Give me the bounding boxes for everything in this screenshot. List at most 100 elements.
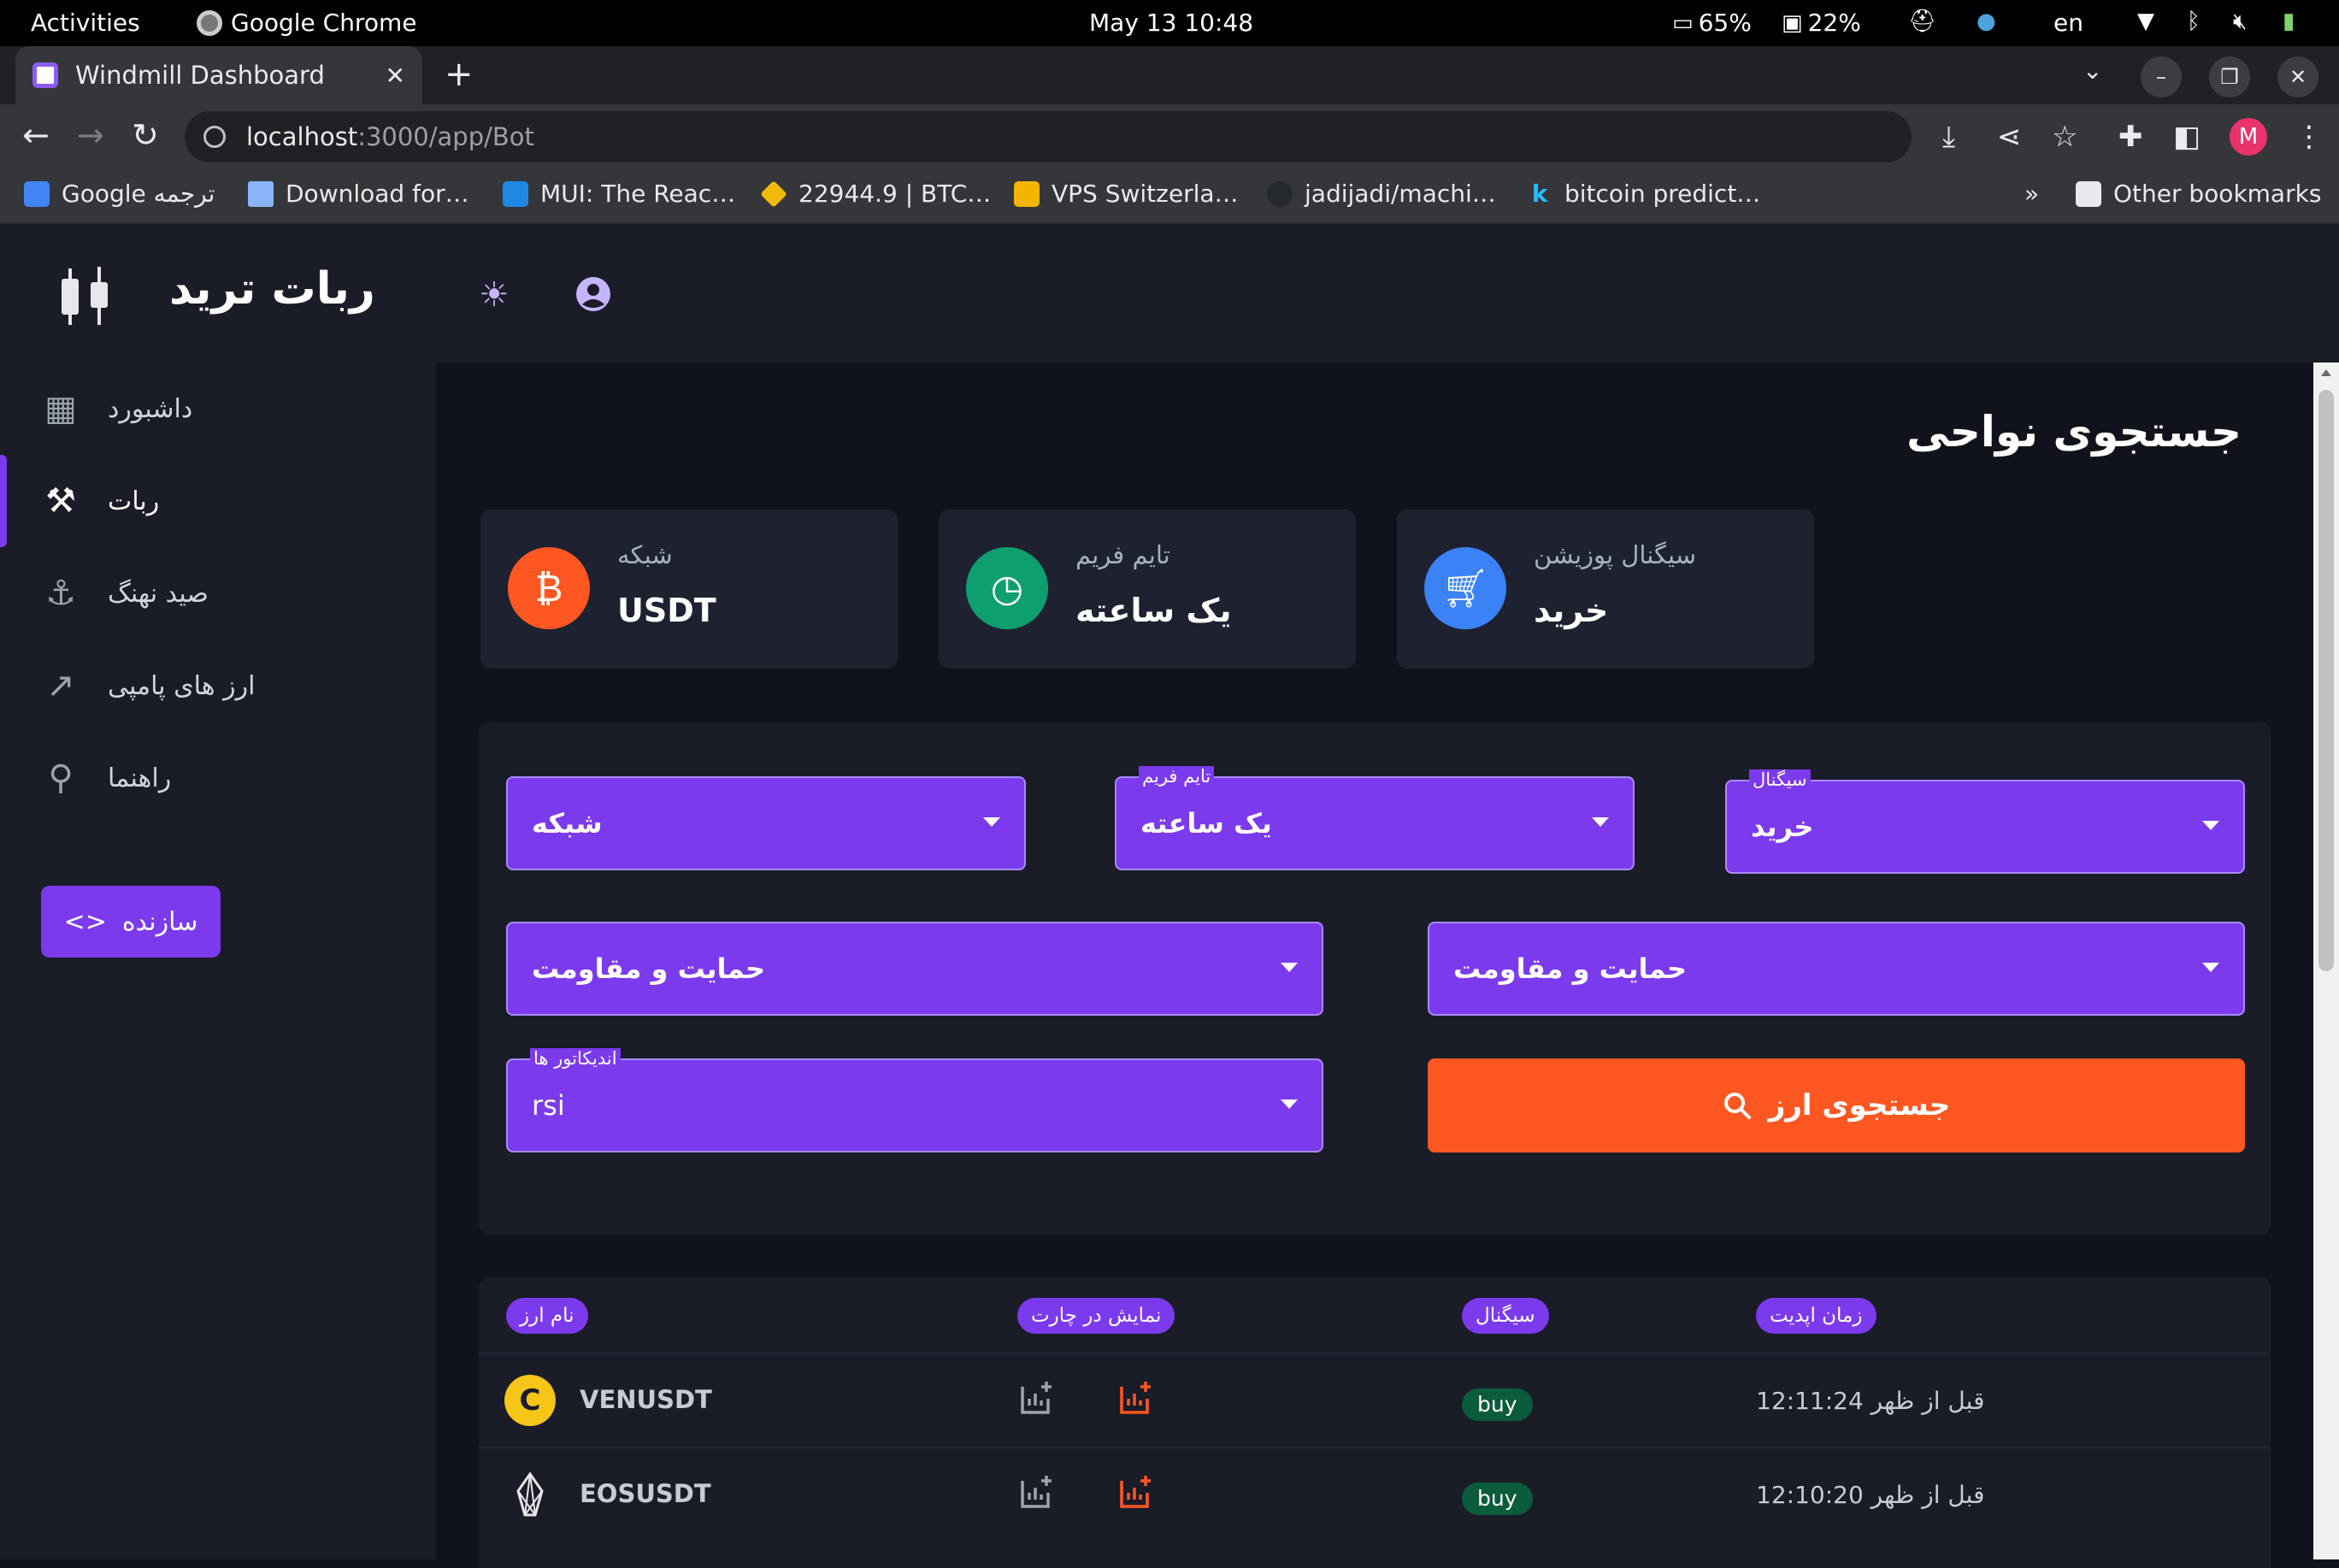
- stat-label: تایم فریم: [1075, 540, 1170, 569]
- bookmark-vps[interactable]: VPS Switzerla…: [1014, 180, 1239, 208]
- bookmark-kaggle[interactable]: k bitcoin predict…: [1527, 180, 1761, 208]
- other-bookmarks[interactable]: Other bookmarks: [2076, 180, 2321, 208]
- field-label: اندیکاتور ها: [530, 1048, 621, 1069]
- url-path: :3000/app/Bot: [357, 122, 534, 151]
- install-app-icon[interactable]: ⤓: [1942, 120, 1955, 154]
- power-battery-icon[interactable]: ▮: [2283, 9, 2295, 34]
- side-panel-icon[interactable]: ◧: [2173, 120, 2201, 154]
- restore-icon[interactable]: ❐: [2209, 56, 2250, 97]
- bluetooth-icon[interactable]: ᛒ: [2187, 9, 2201, 34]
- column-header-signal: سیگنال: [1462, 1298, 1549, 1334]
- dropdown-arrow-icon: [983, 817, 1000, 827]
- user-account-icon[interactable]: [574, 275, 612, 313]
- minimize-icon[interactable]: –: [2141, 56, 2182, 97]
- signal-select[interactable]: سیگنال خرید: [1725, 769, 2245, 874]
- volume-muted-icon[interactable]: 🔇︎: [2233, 9, 2247, 35]
- wifi-icon[interactable]: ▼: [2137, 9, 2154, 34]
- app-menu[interactable]: Google Chrome: [197, 9, 416, 37]
- bookmark-mui[interactable]: MUI: The Reac…: [503, 180, 735, 208]
- activities-button[interactable]: Activities: [31, 9, 140, 37]
- address-bar[interactable]: localhost :3000/app/Bot: [185, 111, 1912, 162]
- theme-toggle-sun-icon[interactable]: ☀: [479, 275, 510, 315]
- clock[interactable]: May 13 10:48: [1089, 9, 1253, 37]
- search-icon: [1723, 1093, 1751, 1119]
- mui-icon: [503, 180, 528, 207]
- bookmark-google-translate[interactable]: Google ترجمه: [24, 180, 215, 208]
- forward-icon[interactable]: →: [77, 116, 104, 154]
- github-icon: [1267, 180, 1293, 207]
- bookmark-download[interactable]: Download for…: [248, 180, 469, 208]
- scroll-up-icon[interactable]: [2321, 369, 2331, 376]
- battery-status-1[interactable]: ▭ 65%: [1672, 9, 1752, 37]
- bookmark-star-icon[interactable]: ☆: [2052, 120, 2077, 154]
- coin-name: EOSUSDT: [580, 1479, 711, 1508]
- add-chart-alt-icon[interactable]: [1118, 1380, 1154, 1416]
- app-name: Google Chrome: [231, 9, 417, 37]
- battery-status-2[interactable]: ▣ 22%: [1782, 9, 1861, 37]
- cart-icon: 🛒︎: [1424, 547, 1506, 629]
- tab-search-chevron-icon[interactable]: ⌄: [2083, 56, 2102, 85]
- table-row: C VENUSDT buy قبل از ظهر 12:11:24: [479, 1353, 2271, 1447]
- bookmark-btc[interactable]: 22944.9 | BTC…: [760, 180, 991, 208]
- timeframe-select[interactable]: تایم فریم یک ساعته: [1115, 766, 1635, 870]
- reload-icon[interactable]: ↻: [132, 116, 159, 154]
- profile-avatar[interactable]: M: [2230, 118, 2267, 156]
- tab-close-icon[interactable]: ✕: [386, 62, 405, 90]
- update-time: قبل از ظهر 12:11:24: [1756, 1387, 1985, 1415]
- trending-up-icon: ↗: [46, 666, 75, 705]
- browser-tab[interactable]: Windmill Dashboard ✕: [15, 46, 422, 104]
- sidebar-item-label: داشبورد: [108, 393, 193, 424]
- robot-arm-icon: ⚒: [45, 481, 76, 521]
- sidebar-item-robot[interactable]: ⚒ ربات: [0, 455, 436, 547]
- back-icon[interactable]: ←: [22, 116, 50, 154]
- app-header: ربات ترید ☀: [0, 224, 2339, 363]
- support-resistance-select-left[interactable]: حمایت و مقاومت: [506, 922, 1323, 1016]
- search-form: شبکه تایم فریم یک ساعته سیگنال خرید حمای…: [479, 722, 2271, 1235]
- battery-percent-2: 22%: [1807, 9, 1861, 37]
- sidebar-item-dashboard[interactable]: ▦ داشبورد: [0, 363, 436, 455]
- indicators-select[interactable]: اندیکاتور ها rsi: [506, 1048, 1323, 1152]
- scrollbar-thumb[interactable]: [2318, 390, 2334, 971]
- support-resistance-select-right[interactable]: حمایت و مقاومت: [1428, 922, 2245, 1016]
- chrome-menu-icon[interactable]: ⋮: [2295, 120, 2324, 154]
- eos-coin-icon: [516, 1471, 544, 1517]
- column-header-coin-name: نام ارز: [506, 1298, 588, 1334]
- signal-badge: buy: [1462, 1388, 1533, 1421]
- results-table: نام ارز نمایش در چارت سیگنال زمان اپدیت …: [479, 1277, 2271, 1568]
- bookmark-github[interactable]: jadijadi/machi…: [1267, 180, 1496, 208]
- more-bookmarks[interactable]: »: [2024, 180, 2039, 208]
- builder-button[interactable]: سازنده <>: [41, 886, 221, 958]
- binance-icon: [760, 180, 787, 208]
- close-window-icon[interactable]: ✕: [2277, 56, 2318, 97]
- language-indicator[interactable]: en: [2053, 9, 2083, 37]
- field-label: سیگنال: [1749, 769, 1811, 790]
- tray-app-icon[interactable]: ⛑: [1908, 9, 1936, 34]
- column-header-show-chart: نمایش در چارت: [1017, 1298, 1175, 1334]
- google-translate-icon: [24, 180, 50, 207]
- search-coin-button[interactable]: جستجوی ارز: [1428, 1058, 2245, 1152]
- browser-toolbar: ← → ↻ localhost :3000/app/Bot ⤓ ⋖ ☆ ✚ ◧ …: [0, 104, 2339, 169]
- select-value: شبکه: [532, 807, 603, 840]
- new-tab-icon[interactable]: +: [445, 55, 474, 94]
- sidebar-item-pump-coins[interactable]: ↗ ارز های پامپی: [0, 640, 436, 732]
- add-chart-icon[interactable]: [1019, 1474, 1055, 1510]
- share-icon[interactable]: ⋖: [1997, 120, 2022, 154]
- add-chart-icon[interactable]: [1019, 1380, 1055, 1416]
- sidebar-item-whale-hunt[interactable]: ⚓ صید نهنگ: [0, 547, 436, 640]
- sidebar-item-guide[interactable]: ⚲ راهنما: [0, 732, 436, 824]
- add-chart-alt-icon[interactable]: [1118, 1474, 1154, 1510]
- battery-icon: ▭: [1672, 9, 1694, 36]
- venus-coin-icon: C: [504, 1375, 556, 1426]
- stat-card-network: ₿ شبکه USDT: [480, 510, 898, 669]
- graduation-cap-icon: [248, 180, 274, 207]
- tab-favicon-icon: [32, 62, 58, 88]
- tray-telegram-icon[interactable]: ●: [1977, 9, 1996, 34]
- page-scrollbar[interactable]: [2313, 363, 2339, 1559]
- extensions-icon[interactable]: ✚: [2118, 120, 2143, 154]
- signal-badge: buy: [1462, 1483, 1533, 1515]
- network-select[interactable]: شبکه: [506, 776, 1026, 870]
- clock-icon: ◷: [966, 547, 1048, 629]
- url-host: localhost: [246, 122, 358, 151]
- site-info-icon[interactable]: [203, 126, 226, 148]
- select-value: حمایت و مقاومت: [1453, 952, 1688, 985]
